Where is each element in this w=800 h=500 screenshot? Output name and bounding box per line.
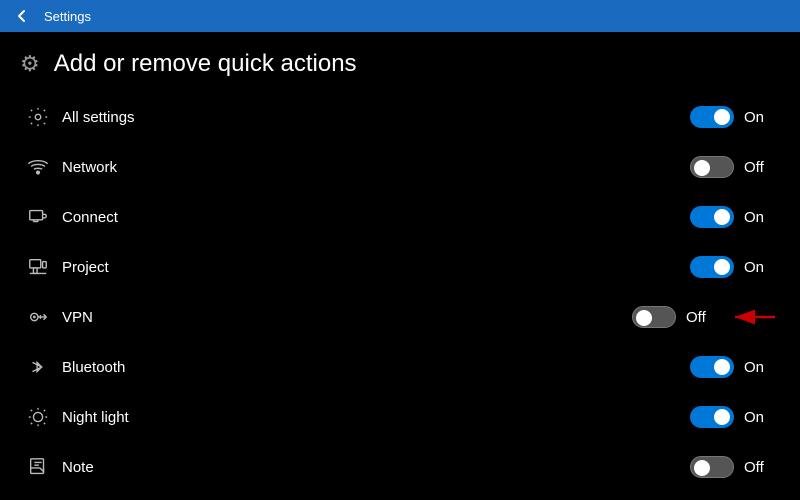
night-light-icon — [20, 406, 56, 428]
toggle-night-light[interactable] — [690, 406, 734, 428]
project-icon — [20, 256, 56, 278]
toggle-connect[interactable] — [690, 206, 734, 228]
toggle-knob-all-settings — [714, 109, 730, 125]
vpn-arrow-indicator — [730, 302, 780, 332]
toggle-label-bluetooth: On — [744, 359, 772, 376]
row-bluetooth: Bluetooth On — [10, 342, 790, 392]
network-icon — [20, 156, 56, 178]
row-connect: Connect On — [10, 192, 790, 242]
row-network: Network Off — [10, 142, 790, 192]
back-button[interactable] — [10, 4, 34, 28]
toggle-label-network: Off — [744, 159, 772, 176]
bluetooth-icon — [20, 356, 56, 378]
page-title: Add or remove quick actions — [54, 50, 357, 78]
toggle-area-note: Off — [690, 456, 780, 478]
label-network: Network — [56, 159, 690, 176]
toggle-bluetooth[interactable] — [690, 356, 734, 378]
titlebar: Settings — [0, 0, 800, 32]
toggle-area-all-settings: On — [690, 106, 780, 128]
row-vpn: VPN Off — [10, 292, 790, 342]
label-note: Note — [56, 459, 690, 476]
toggle-label-all-settings: On — [744, 109, 772, 126]
toggle-all-settings[interactable] — [690, 106, 734, 128]
page-header-icon: ⚙ — [20, 51, 40, 77]
toggle-project[interactable] — [690, 256, 734, 278]
row-all-settings: All settings On — [10, 92, 790, 142]
toggle-area-vpn: Off — [632, 306, 722, 328]
toggle-vpn[interactable] — [632, 306, 676, 328]
toggle-label-connect: On — [744, 209, 772, 226]
row-note: Note Off — [10, 442, 790, 492]
label-bluetooth: Bluetooth — [56, 359, 690, 376]
vpn-icon — [20, 306, 56, 328]
toggle-note[interactable] — [690, 456, 734, 478]
toggle-knob-connect — [714, 209, 730, 225]
toggle-area-bluetooth: On — [690, 356, 780, 378]
label-connect: Connect — [56, 209, 690, 226]
titlebar-title: Settings — [44, 9, 91, 24]
toggle-knob-network — [694, 160, 710, 176]
label-night-light: Night light — [56, 409, 690, 426]
row-project: Project On — [10, 242, 790, 292]
toggle-knob-project — [714, 259, 730, 275]
label-vpn: VPN — [56, 309, 632, 326]
toggle-area-project: On — [690, 256, 780, 278]
note-icon — [20, 456, 56, 478]
page-header: ⚙ Add or remove quick actions — [0, 32, 800, 92]
toggle-label-vpn: Off — [686, 309, 714, 326]
toggle-network[interactable] — [690, 156, 734, 178]
row-night-light: Night light On — [10, 392, 790, 442]
toggle-knob-note — [694, 460, 710, 476]
toggle-label-project: On — [744, 259, 772, 276]
toggle-area-network: Off — [690, 156, 780, 178]
settings-list: All settings On Network Off Connect On Proj… — [0, 92, 800, 492]
label-all-settings: All settings — [56, 109, 690, 126]
toggle-label-note: Off — [744, 459, 772, 476]
connect-icon — [20, 206, 56, 228]
toggle-label-night-light: On — [744, 409, 772, 426]
toggle-area-night-light: On — [690, 406, 780, 428]
gear-icon — [20, 106, 56, 128]
toggle-knob-night-light — [714, 409, 730, 425]
toggle-knob-vpn — [636, 310, 652, 326]
label-project: Project — [56, 259, 690, 276]
toggle-knob-bluetooth — [714, 359, 730, 375]
toggle-area-connect: On — [690, 206, 780, 228]
